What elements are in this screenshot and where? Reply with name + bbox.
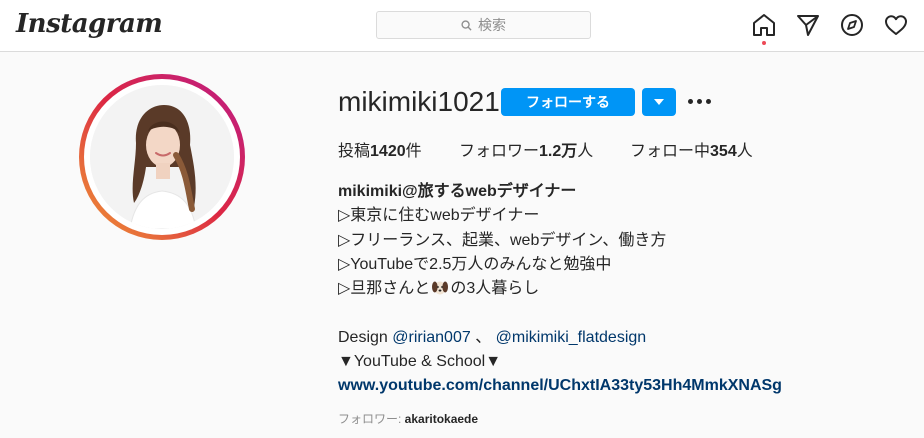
more-options-button[interactable] [688,98,714,106]
profile-full-name: mikimiki@旅するwebデザイナー [338,183,577,200]
search-input[interactable]: 検索 [376,11,591,39]
search-placeholder: 検索 [478,17,506,33]
suggestions-dropdown-button[interactable] [642,88,676,116]
follow-button[interactable]: フォローする [501,88,635,116]
posts-count: 投稿1420件 [338,143,422,160]
home-icon[interactable] [751,12,777,38]
direct-message-icon[interactable] [795,12,821,38]
top-navigation-bar: Instagram 検索 [0,0,924,52]
bio-line: ▷旦那さんと の3人暮らし [338,278,540,298]
mention-link-mikimiki-flatdesign[interactable]: @mikimiki_flatdesign [496,329,647,346]
following-count[interactable]: フォロー中354人 [630,142,753,162]
dot-icon [697,99,702,104]
profile-username: mikimiki1021 [338,86,500,117]
instagram-logo[interactable]: Instagram [16,9,163,39]
followed-by-username: akaritokaede [404,412,479,426]
profile-bio: mikimiki@旅するwebデザイナー ▷東京に住むwebデザイナー ▷フリー… [338,180,782,399]
bio-line: ▼YouTube & School▼ [338,353,502,371]
chevron-down-icon [654,99,664,105]
followed-by[interactable]: フォロワー: akaritokaede [338,410,478,427]
bio-spacer [338,301,782,325]
followers-count[interactable]: フォロワー1.2万人 [459,142,593,162]
bio-line: ▷YouTubeで2.5万人のみんなと勉強中 [338,255,612,273]
profile-avatar [90,85,234,229]
notification-dot [762,41,766,45]
dot-icon [688,99,693,104]
bio-line: ▷フリーランス、起業、webデザイン、働き方 [338,231,667,249]
activity-heart-icon[interactable] [883,12,909,38]
bio-design-line: Design @ririan007 、 @mikimiki_flatdesign [338,328,647,346]
search-icon [461,19,472,31]
mention-link-ririan007[interactable]: @ririan007 [392,329,471,346]
explore-icon[interactable] [839,12,865,38]
dot-icon [706,99,711,104]
dog-emoji-icon [431,278,449,296]
bio-line: ▷東京に住むwebデザイナー [338,207,540,225]
story-ring[interactable] [79,74,245,240]
external-link[interactable]: www.youtube.com/channel/UChxtIA33ty53Hh4… [338,374,782,398]
